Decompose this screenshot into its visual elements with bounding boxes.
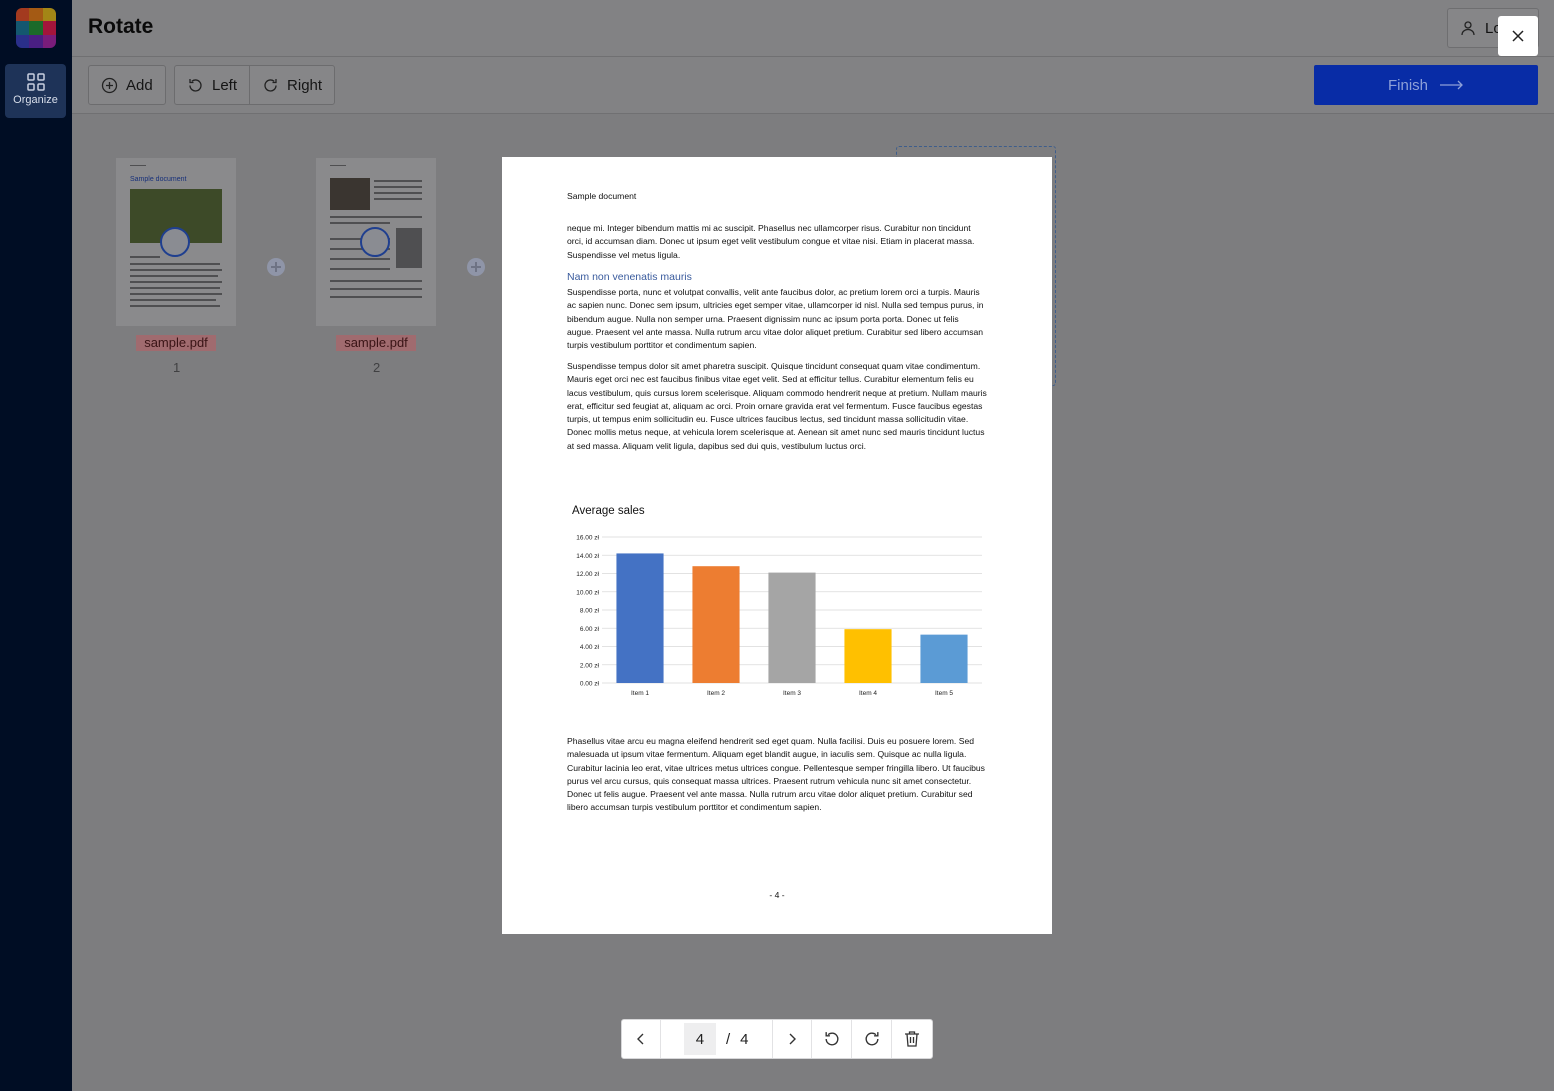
rotate-page-button[interactable] — [160, 227, 190, 257]
add-group: Add — [88, 65, 166, 105]
insert-page-button[interactable] — [467, 258, 485, 276]
rotate-left-icon — [189, 78, 202, 92]
sidebar: Organize — [0, 0, 72, 1091]
y-tick-label: 8.00 zł — [580, 608, 600, 615]
thumbnail-heading: Sample document — [130, 176, 187, 183]
y-tick-label: 6.00 zł — [580, 626, 600, 633]
total-pages: 4 — [740, 1030, 749, 1048]
x-tick-label: Item 2 — [707, 690, 725, 697]
chart-bar — [692, 566, 740, 683]
page-footer-number: - 4 - — [769, 890, 785, 900]
rotate-left-icon — [825, 1032, 839, 1046]
thumbnail-image — [330, 178, 370, 210]
file-name-badge: sample.pdf — [136, 335, 216, 351]
arrow-right-icon — [1440, 80, 1463, 90]
x-tick-label: Item 3 — [783, 690, 801, 697]
plus-circle-icon — [101, 77, 118, 93]
x-tick-label: Item 5 — [935, 690, 953, 697]
y-tick-label: 14.00 zł — [576, 553, 599, 560]
prev-page-button[interactable] — [622, 1020, 661, 1058]
rotate-right-label: Right — [287, 76, 323, 94]
rotate-page-button[interactable] — [360, 227, 390, 257]
rotate-left-label: Left — [212, 76, 238, 94]
insert-page-button[interactable] — [267, 258, 285, 276]
y-tick-label: 12.00 zł — [576, 571, 599, 578]
next-page-button[interactable] — [773, 1020, 813, 1058]
rotate-right-page-button[interactable] — [852, 1020, 893, 1058]
paragraph: Suspendisse porta, nunc et volutpat conv… — [567, 287, 984, 351]
y-tick-label: 16.00 zł — [576, 535, 599, 542]
bar-chart: Average sales 0.00 zł 2.00 zł 4.00 zł 6.00 … — [572, 505, 982, 697]
trash-icon — [905, 1031, 920, 1047]
page-indicator: 4 / 4 — [661, 1020, 773, 1058]
chevron-left-icon — [636, 1033, 644, 1045]
page-preview: Sample document neque mi. Integer bibend… — [502, 157, 1052, 934]
paragraph: neque mi. Integer bibendum mattis mi ac … — [567, 223, 975, 260]
rotate-left-button[interactable]: Left — [175, 66, 249, 104]
rotate-right-button[interactable]: Right — [249, 66, 334, 104]
page-number: 2 — [373, 360, 381, 375]
x-tick-label: Item 1 — [631, 690, 649, 697]
chart-bar — [616, 553, 664, 683]
page-separator: / — [725, 1030, 731, 1048]
close-icon — [1512, 30, 1524, 42]
toolbar: Add Left Right Finish — [72, 57, 1554, 114]
y-tick-label: 10.00 zł — [576, 589, 599, 596]
page-navigator: 4 / 4 — [621, 1019, 933, 1059]
chart-bar — [920, 634, 968, 683]
chevron-right-icon — [789, 1033, 796, 1045]
finish-button[interactable]: Finish — [1314, 65, 1538, 105]
y-tick-label: 2.00 zł — [580, 662, 600, 669]
app-logo — [16, 8, 56, 48]
sidebar-item-label: Organize — [13, 94, 58, 106]
add-label: Add — [126, 76, 153, 94]
chart-bar — [768, 572, 816, 683]
rotate-group: Left Right — [174, 65, 336, 105]
sidebar-item-organize[interactable]: Organize — [5, 64, 66, 118]
section-heading: Nam non venenatis mauris — [567, 271, 692, 283]
rotate-right-icon — [865, 1032, 879, 1046]
page-title: Rotate — [88, 15, 154, 38]
file-name-badge: sample.pdf — [336, 335, 416, 351]
header: Rotate Lo — [72, 0, 1554, 57]
chart-bar — [844, 629, 892, 683]
close-button[interactable] — [1498, 16, 1538, 56]
page-number: 1 — [173, 360, 181, 375]
current-page-input[interactable]: 4 — [683, 1023, 716, 1055]
x-tick-label: Item 4 — [859, 690, 877, 697]
add-button[interactable]: Add — [89, 66, 165, 104]
rotate-right-icon — [264, 78, 277, 92]
rotate-left-page-button[interactable] — [812, 1020, 853, 1058]
chart-title: Average sales — [572, 505, 645, 517]
finish-label: Finish — [1387, 76, 1428, 94]
delete-page-button[interactable] — [892, 1020, 932, 1058]
document-header: Sample document — [567, 191, 637, 201]
paragraph: Phasellus vitae arcu eu magna eleifend h… — [567, 736, 985, 813]
y-tick-label: 4.00 zł — [580, 644, 600, 651]
paragraph: Suspendisse tempus dolor sit amet pharet… — [567, 361, 987, 451]
grid-icon — [26, 73, 45, 91]
user-icon — [1461, 21, 1475, 36]
y-tick-label: 0.00 zł — [580, 681, 600, 688]
